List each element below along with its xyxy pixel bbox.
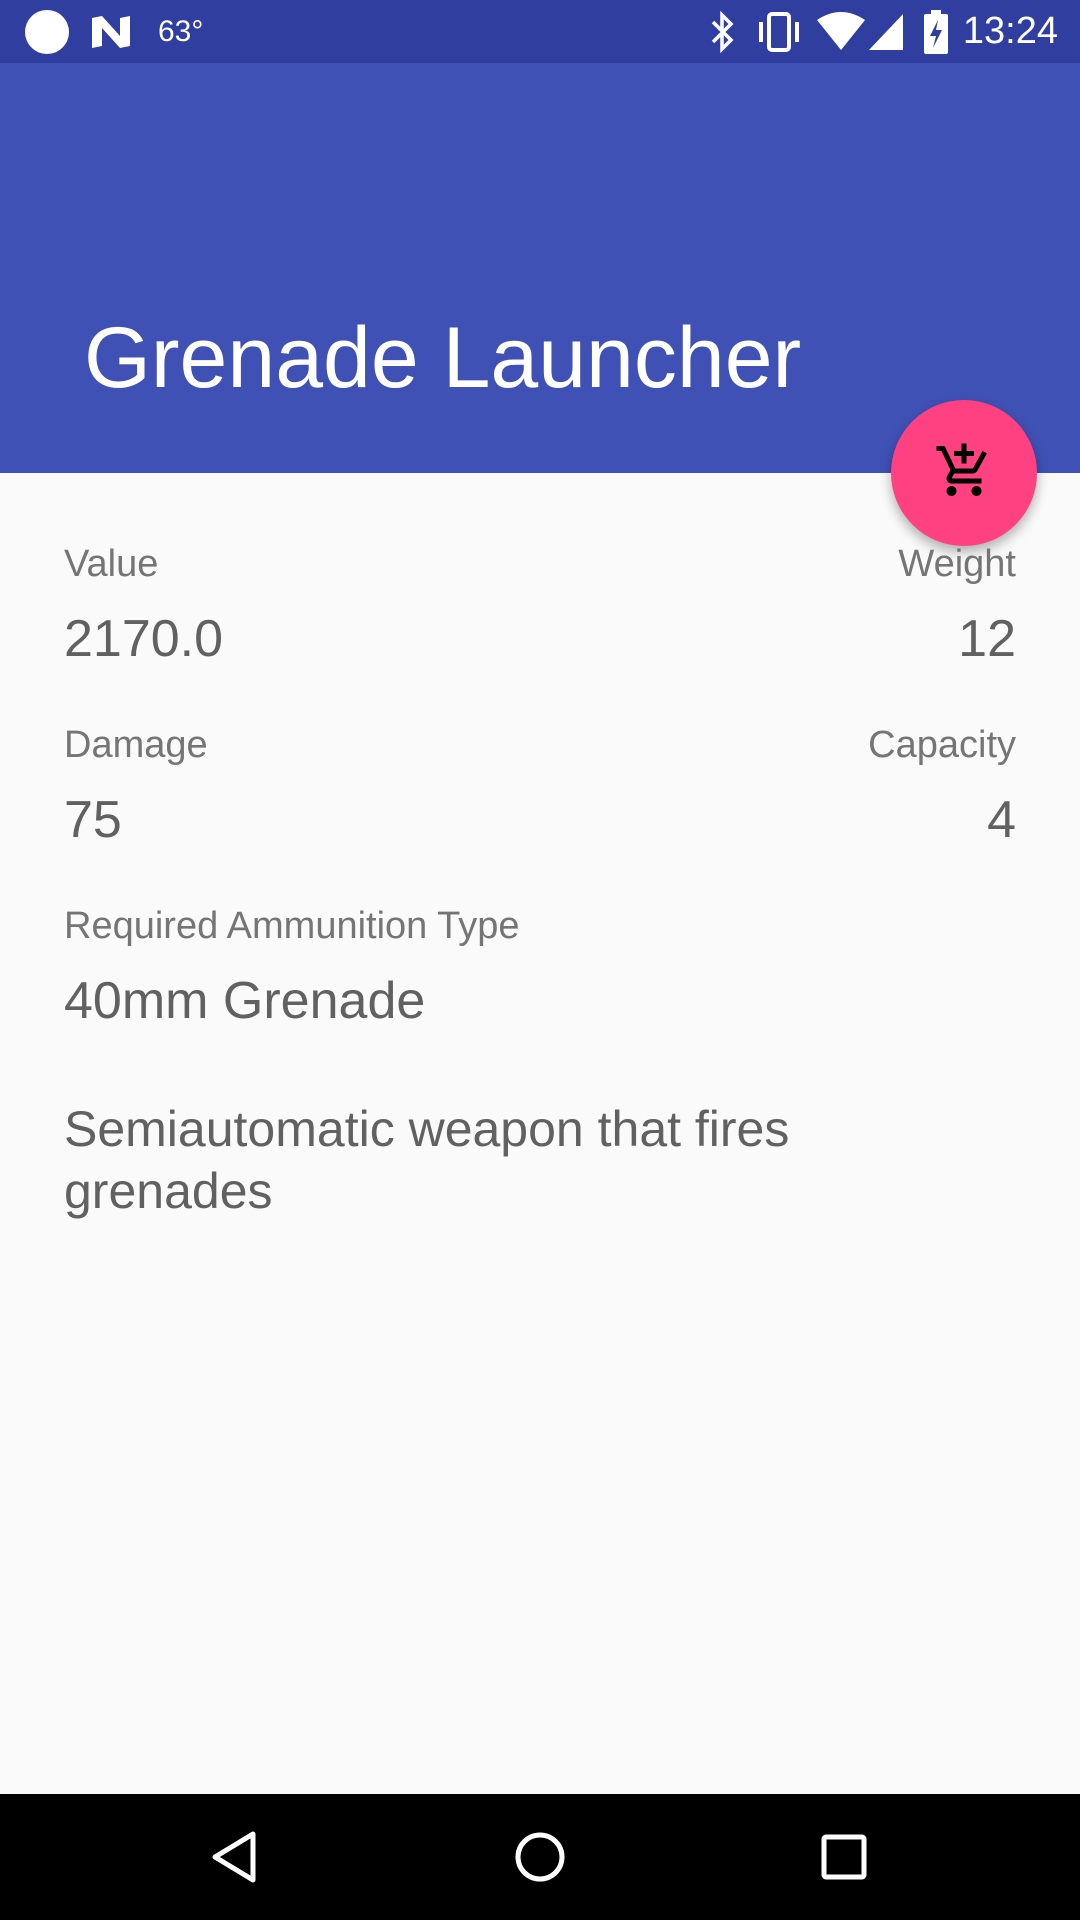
temperature-text: 63° [158,14,204,48]
recents-icon[interactable] [809,1822,879,1892]
capacity-text: 4 [987,791,1016,849]
app-bar: Grenade Launcher [0,63,1080,473]
ammo-type-label: Required Ammunition Type [64,905,520,947]
add-to-cart-button[interactable] [891,400,1037,546]
item-description: Semiautomatic weapon that fires grenades [64,1101,790,1219]
weight-text: 12 [958,610,1016,668]
n-notification-icon [90,14,132,50]
weight-label: Weight [898,543,1016,585]
wifi-icon [816,11,865,52]
home-icon[interactable] [505,1822,575,1892]
circle-notification-icon [24,9,70,55]
damage-text: 75 [64,791,122,849]
add-shopping-cart-icon [934,441,994,506]
navigation-bar [0,1794,1080,1920]
back-icon[interactable] [201,1822,271,1892]
value-label: Value [64,543,159,585]
page-title: Grenade Launcher [84,310,802,406]
cellular-signal-icon [867,12,905,52]
bluetooth-icon [709,10,737,53]
ammo-type-text: 40mm Grenade [64,972,426,1030]
vibrate-icon [755,11,803,53]
capacity-label: Capacity [868,724,1016,766]
damage-label: Damage [64,724,208,766]
battery-charging-icon [923,9,949,54]
clock-text: 13:24 [962,10,1058,52]
status-bar: 63° 13:24 [0,0,1080,63]
value-text: 2170.0 [64,610,224,668]
